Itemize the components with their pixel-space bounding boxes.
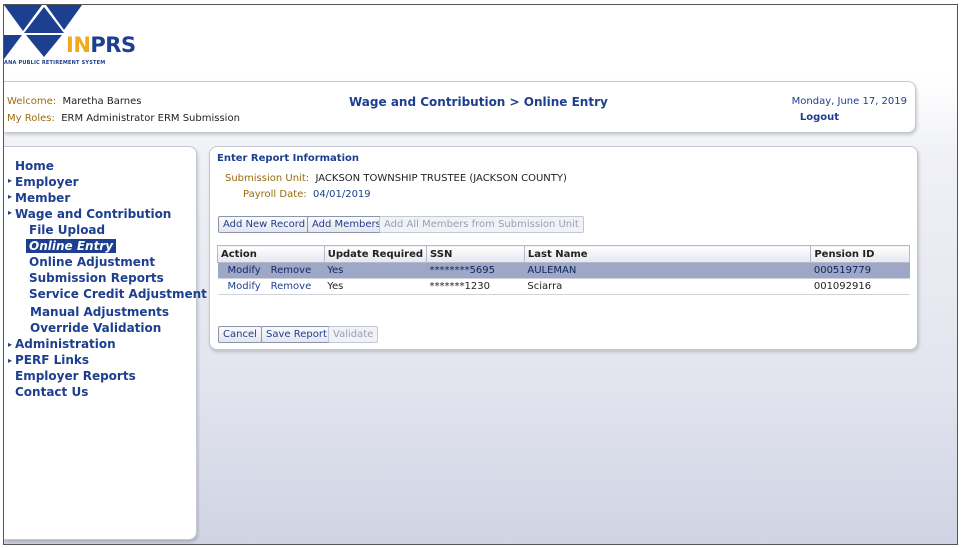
logo-wordmark: INPRS xyxy=(66,33,136,57)
sidebar-item-online-adjustment[interactable]: Online Adjustment xyxy=(29,255,155,269)
modify-link[interactable]: Modify xyxy=(228,265,261,276)
table-row[interactable]: Modify Remove Yes *******1230 Sciarra 001… xyxy=(217,278,910,295)
app-frame: INPRS ANA PUBLIC RETIREMENT SYSTEM Welco… xyxy=(3,4,958,545)
expand-bullet-icon: ▸ xyxy=(8,192,13,201)
welcome-name: Maretha Barnes xyxy=(62,96,142,107)
roles-label: My Roles: xyxy=(7,113,55,124)
column-header-update-required[interactable]: Update Required xyxy=(323,245,428,263)
sidebar-item-file-upload[interactable]: File Upload xyxy=(29,223,105,237)
column-header-ssn[interactable]: SSN xyxy=(426,245,525,263)
sidebar-item-administration[interactable]: Administration xyxy=(15,337,116,351)
welcome-label: Welcome: xyxy=(7,96,57,107)
logo-tagline: ANA PUBLIC RETIREMENT SYSTEM xyxy=(4,60,106,66)
add-all-members-button[interactable]: Add All Members from Submission Unit xyxy=(379,216,584,233)
table-row[interactable]: Modify Remove Yes ********5695 AULEMAN 00… xyxy=(217,262,910,279)
sidebar-item-member[interactable]: Member xyxy=(15,191,70,205)
validate-button[interactable]: Validate xyxy=(328,326,379,343)
sidebar-item-perf-links[interactable]: PERF Links xyxy=(15,353,89,367)
logout-link[interactable]: Logout xyxy=(800,112,839,123)
roles-value: ERM Administrator ERM Submission xyxy=(61,113,240,124)
roles-line: My Roles: ERM Administrator ERM Submissi… xyxy=(7,113,240,124)
save-report-button[interactable]: Save Report xyxy=(261,326,332,343)
expand-bullet-icon: ▸ xyxy=(8,208,13,217)
action-cell: Modify Remove xyxy=(217,262,325,279)
submission-unit-label: Submission Unit: xyxy=(225,173,310,184)
expand-bullet-icon: ▸ xyxy=(8,340,13,349)
expand-bullet-icon: ▸ xyxy=(8,356,13,365)
sidebar-item-override-validation[interactable]: Override Validation xyxy=(30,321,161,335)
last-name-cell: Sciarra xyxy=(524,278,811,295)
payroll-date-label: Payroll Date: xyxy=(243,189,307,200)
table-header-row: Action Update Required SSN Last Name Pen… xyxy=(217,245,910,263)
logo-brand-suffix: PRS xyxy=(90,33,136,57)
update-required-cell: Yes xyxy=(324,278,427,295)
remove-link[interactable]: Remove xyxy=(271,281,312,292)
pension-id-cell: 001092916 xyxy=(810,278,910,295)
remove-link[interactable]: Remove xyxy=(271,265,312,276)
action-cell: Modify Remove xyxy=(217,278,325,295)
submission-unit-row: Submission Unit: JACKSON TOWNSHIP TRUSTE… xyxy=(225,173,567,184)
last-name-cell: AULEMAN xyxy=(524,262,811,279)
modify-link[interactable]: Modify xyxy=(228,281,261,292)
sidebar-item-manual-adjustments[interactable]: Manual Adjustments xyxy=(30,305,169,319)
sidebar-item-home[interactable]: Home xyxy=(15,159,54,173)
page-title: Wage and Contribution > Online Entry xyxy=(349,95,608,109)
sidebar-item-service-credit-adjustment[interactable]: Service Credit Adjustment xyxy=(29,287,207,301)
members-table: Action Update Required SSN Last Name Pen… xyxy=(217,245,910,295)
section-title: Enter Report Information xyxy=(217,153,359,164)
sidebar-item-contact-us[interactable]: Contact Us xyxy=(15,385,88,399)
welcome-line: Welcome: Maretha Barnes xyxy=(7,96,141,107)
payroll-date-value: 04/01/2019 xyxy=(313,189,371,200)
sidebar-item-employer-reports[interactable]: Employer Reports xyxy=(15,369,136,383)
add-new-record-button[interactable]: Add New Record xyxy=(218,216,311,233)
ssn-cell: *******1230 xyxy=(426,278,525,295)
payroll-date-row: Payroll Date: 04/01/2019 xyxy=(243,189,371,200)
column-header-pension-id[interactable]: Pension ID xyxy=(810,245,910,263)
header-panel: Welcome: Maretha Barnes My Roles: ERM Ad… xyxy=(4,81,916,133)
column-header-last-name[interactable]: Last Name xyxy=(523,245,812,263)
ssn-cell: ********5695 xyxy=(426,262,525,279)
cancel-button[interactable]: Cancel xyxy=(218,326,262,343)
inprs-logo: INPRS ANA PUBLIC RETIREMENT SYSTEM xyxy=(4,5,136,75)
column-header-action[interactable]: Action xyxy=(217,245,325,263)
pension-id-cell: 000519779 xyxy=(810,262,910,279)
sidebar-item-online-entry[interactable]: Online Entry xyxy=(26,239,117,253)
current-date: Monday, June 17, 2019 xyxy=(791,96,907,107)
report-entry-panel: Enter Report Information Submission Unit… xyxy=(209,146,918,350)
logo-brand-prefix: IN xyxy=(66,33,91,57)
sidebar-item-employer[interactable]: Employer xyxy=(15,175,79,189)
update-required-cell: Yes xyxy=(324,262,427,279)
expand-bullet-icon: ▸ xyxy=(8,176,13,185)
sidebar-item-submission-reports[interactable]: Submission Reports xyxy=(29,271,164,285)
add-members-button[interactable]: Add Members xyxy=(307,216,386,233)
submission-unit-value: JACKSON TOWNSHIP TRUSTEE (JACKSON COUNTY… xyxy=(315,173,567,184)
sidebar-item-wage-and-contribution[interactable]: Wage and Contribution xyxy=(15,207,171,221)
sidebar-nav: ▸ ▸ ▸ ▸ ▸ Home Employer Member Wage and … xyxy=(4,146,207,540)
